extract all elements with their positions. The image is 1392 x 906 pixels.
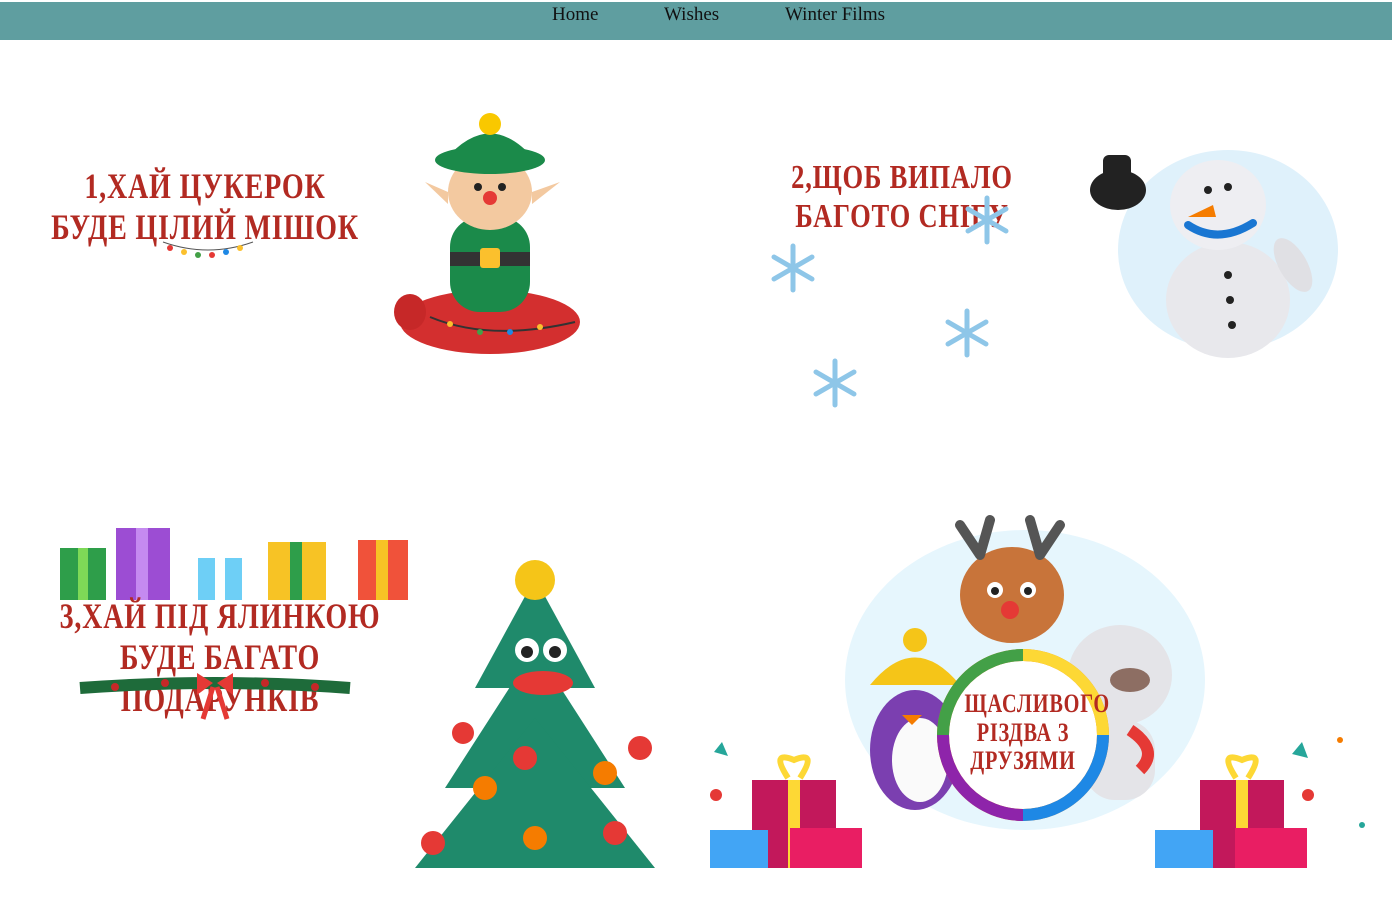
wish-text-1: 1,ХАЙ ЦУКЕРОК БУДЕ ЦІЛИЙ МІШОК (51, 166, 359, 248)
nav-link-home[interactable]: Home (552, 4, 598, 26)
plasticine-elf-image (394, 113, 580, 354)
snowflake-icon (771, 243, 815, 293)
wish-card-2: 2,ЩОБ ВИПАЛО БАГОТО СНІГУ (692, 100, 1352, 420)
nav-link-winter-films[interactable]: Winter Films (785, 4, 885, 26)
gift-boxes-icon (60, 528, 408, 600)
snowflake-icon (965, 195, 1009, 245)
wish-card-3: 3,ХАЙ ПІД ЯЛИНКОЮ БУДЕ БАГАТО ПОДАРУНКІВ (0, 508, 655, 868)
plasticine-snowman-image (1090, 150, 1338, 358)
garland-icon (162, 241, 254, 258)
wish-card-1: 1,ХАЙ ЦУКЕРОК БУДЕ ЦІЛИЙ МІШОК (0, 100, 660, 370)
top-nav: Home Wishes Winter Films (0, 2, 1392, 40)
nav-link-wishes[interactable]: Wishes (664, 4, 719, 26)
plasticine-tree-image (415, 560, 655, 868)
snowflake-icon (945, 308, 989, 358)
holly-garland-icon (79, 673, 351, 720)
snowflake-icon (813, 358, 857, 408)
wish-text-4: ЩАСЛИВОГО РІЗДВА З ДРУЗЯМИ (964, 689, 1110, 776)
wish-card-4: ЩАСЛИВОГО РІЗДВА З ДРУЗЯМИ (690, 510, 1380, 868)
